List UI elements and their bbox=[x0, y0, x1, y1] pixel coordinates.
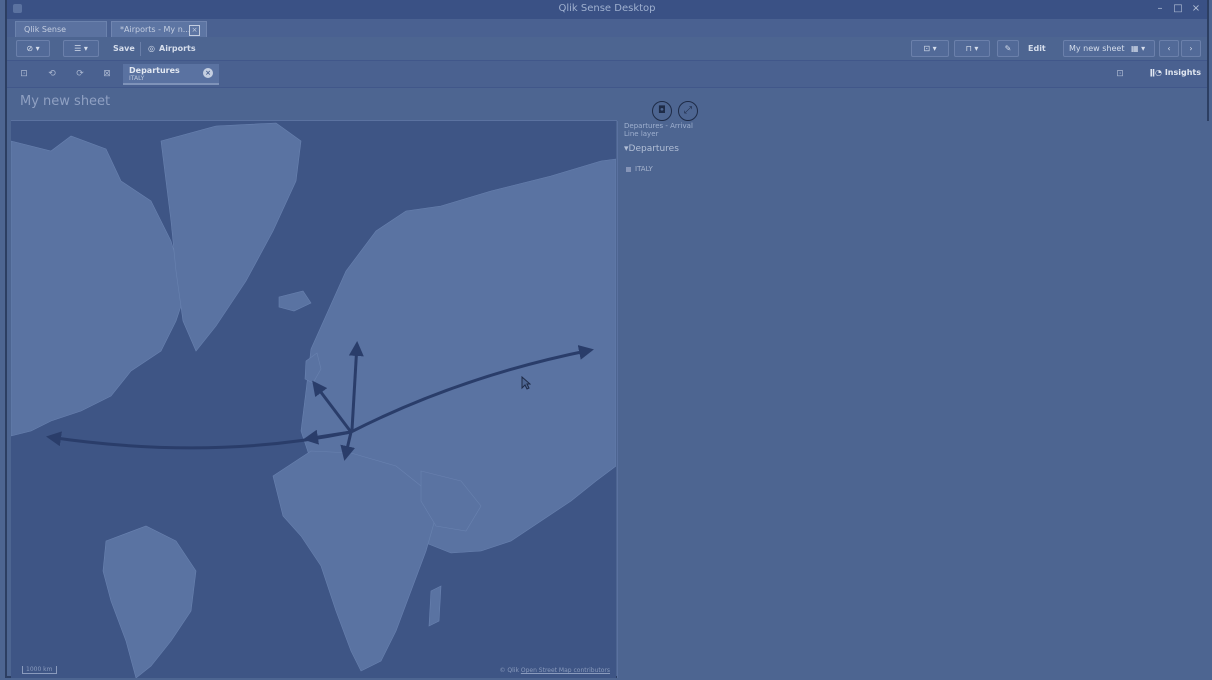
step-forward-icon[interactable]: ⟳ bbox=[73, 68, 87, 80]
sheet-selector-label: My new sheet bbox=[1069, 44, 1125, 53]
world-map bbox=[11, 122, 616, 678]
selection-value: ITALY bbox=[129, 75, 145, 82]
sheet-selector[interactable]: My new sheet ▦ ▾ bbox=[1063, 40, 1155, 57]
map-chart[interactable]: 1000 km © Qlik Open Street Map contribut… bbox=[11, 121, 616, 678]
attribution-link[interactable]: Open Street Map contributors bbox=[521, 667, 610, 674]
legend-group[interactable]: ▾Departures bbox=[624, 144, 679, 154]
edit-pencil-button[interactable]: ✎ bbox=[997, 40, 1019, 57]
insights-label: Insights bbox=[1164, 68, 1201, 77]
land-masses bbox=[11, 122, 616, 678]
insights-icon: ǁ◔ bbox=[1149, 68, 1165, 77]
expand-icon: ⤢ bbox=[684, 105, 692, 116]
app-name: Airports bbox=[159, 44, 196, 53]
global-menu-button[interactable]: ☰ ▾ bbox=[63, 40, 99, 57]
legend-group-label: Departures bbox=[628, 144, 679, 154]
previous-sheet-button[interactable]: ‹ bbox=[1159, 40, 1179, 57]
selection-tool-icon[interactable]: ⊡ bbox=[1113, 68, 1127, 80]
chevron-right-icon: › bbox=[1189, 44, 1193, 53]
step-back-icon[interactable]: ⟲ bbox=[45, 68, 59, 80]
selection-chip[interactable]: Departures ITALY × bbox=[123, 64, 219, 85]
mouse-cursor-icon bbox=[521, 376, 531, 390]
sheet-title: My new sheet bbox=[20, 94, 111, 109]
clear-selection-icon[interactable]: × bbox=[203, 68, 213, 78]
greenland-land bbox=[160, 122, 302, 352]
map-scale-bar: 1000 km bbox=[22, 666, 57, 674]
attribution-prefix: © Qlik bbox=[499, 667, 519, 674]
save-button[interactable]: Save bbox=[113, 41, 135, 57]
selections-bar: ⊡ ⟲ ⟳ ⊠ Departures ITALY × ⊡ ǁ◔ Insights bbox=[7, 61, 1207, 88]
north-america-land bbox=[11, 135, 187, 437]
africa-land bbox=[272, 450, 437, 672]
tab-hub[interactable]: Qlik Sense Desktop hub bbox=[15, 21, 107, 50]
navigation-menu-button[interactable]: ⊘ ▾ bbox=[16, 40, 50, 57]
minimize-button[interactable]: – bbox=[1153, 2, 1167, 16]
legend-layer-title: Departures - Arrival Line layer bbox=[624, 122, 693, 138]
legend-swatch bbox=[626, 166, 631, 172]
title-bar: Qlik Sense Desktop – □ × bbox=[7, 0, 1207, 19]
story-button[interactable]: ⊡ ▾ bbox=[911, 40, 949, 57]
legend-item-label: ITALY bbox=[635, 165, 653, 173]
south-america-land bbox=[102, 525, 197, 678]
legend-item[interactable]: ITALY bbox=[626, 165, 653, 173]
presentation-icon: ⊡ ▾ bbox=[923, 44, 937, 53]
app-icon-small: ◎ bbox=[148, 44, 155, 53]
map-legend: Departures - Arrival Line layer ▾Departu… bbox=[617, 121, 1212, 678]
tab-airports[interactable]: *Airports - My n... × bbox=[111, 21, 207, 37]
clear-all-icon[interactable]: ⊠ bbox=[100, 68, 114, 80]
window-title: Qlik Sense Desktop bbox=[558, 3, 656, 14]
app-window: Qlik Sense Desktop – □ × Qlik Sense Desk… bbox=[5, 0, 1212, 678]
tab-close-icon[interactable]: × bbox=[189, 25, 200, 36]
maximize-button[interactable]: □ bbox=[1171, 2, 1185, 16]
bookmark-button[interactable]: ⊓ ▾ bbox=[954, 40, 990, 57]
next-sheet-button[interactable]: › bbox=[1181, 40, 1201, 57]
toolbar: ⊘ ▾ ☰ ▾ Save ◎ Airports ⊡ ▾ ⊓ ▾ ✎ Edit M… bbox=[7, 37, 1207, 61]
fullscreen-button[interactable]: ⤢ bbox=[678, 101, 698, 121]
sheet-grid-icon: ▦ ▾ bbox=[1131, 44, 1146, 53]
bookmark-icon: ⊓ ▾ bbox=[965, 44, 979, 53]
camera-icon: ◘ bbox=[658, 105, 666, 116]
selection-field: Departures bbox=[129, 66, 180, 75]
pencil-icon: ✎ bbox=[1004, 44, 1012, 53]
snapshot-button[interactable]: ◘ bbox=[652, 101, 672, 121]
map-attribution: © Qlik Open Street Map contributors bbox=[499, 667, 610, 674]
madagascar-land bbox=[428, 585, 442, 627]
tab-strip: Qlik Sense Desktop hub *Airports - My n.… bbox=[7, 19, 1207, 50]
compass-icon: ⊘ ▾ bbox=[26, 44, 40, 53]
smart-search-icon[interactable]: ⊡ bbox=[17, 68, 31, 80]
close-window-button[interactable]: × bbox=[1189, 2, 1203, 16]
iceland-land bbox=[278, 290, 312, 312]
edit-button[interactable]: Edit bbox=[1028, 41, 1046, 57]
insights-button[interactable]: ǁ◔ Insights bbox=[1150, 68, 1201, 77]
list-icon: ☰ ▾ bbox=[74, 44, 88, 53]
toolbar-divider bbox=[140, 42, 141, 56]
tab-label: *Airports - My n... bbox=[120, 25, 191, 34]
chevron-left-icon: ‹ bbox=[1167, 44, 1171, 53]
